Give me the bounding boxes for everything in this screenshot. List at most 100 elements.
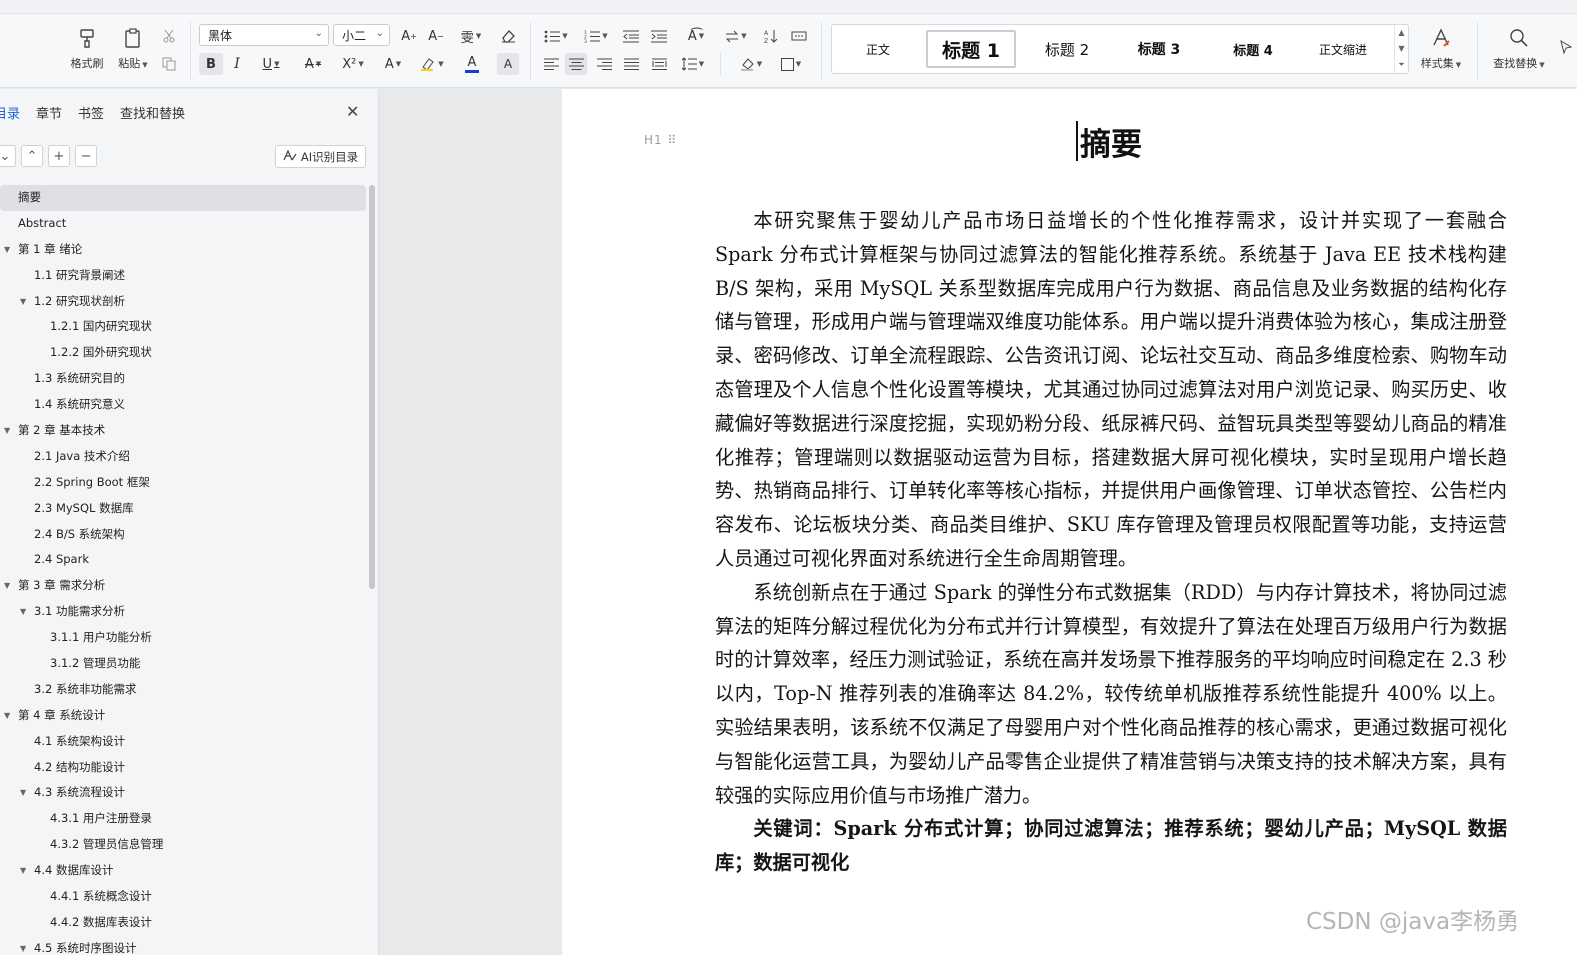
toc-item[interactable]: 4.1 系统架构设计 — [0, 729, 368, 755]
paragraph[interactable]: 本研究聚焦于婴幼儿产品市场日益增长的个性化推荐需求，设计并实现了一套融合 Spa… — [715, 204, 1507, 576]
italic-icon[interactable]: I — [226, 53, 248, 75]
toc-item[interactable]: ▼ 4.3 系统流程设计 — [0, 780, 368, 806]
text-effect-icon[interactable]: A ▼ — [376, 53, 410, 75]
toc-item[interactable]: ▼ 4.5 系统时序图设计 — [0, 936, 368, 955]
format-painter-button[interactable]: 格式刷 — [66, 24, 108, 74]
chevron-up-icon[interactable]: ▲ — [1398, 28, 1404, 37]
toc-item[interactable]: 摘要 — [0, 185, 366, 211]
toc-item[interactable]: 3.1.2 管理员功能 — [0, 651, 368, 677]
toc-item[interactable]: 2.3 MySQL 数据库 — [0, 496, 368, 522]
tab-find-replace[interactable]: 查找和替换 — [120, 103, 185, 125]
toc-item[interactable]: ▼ 3.1 功能需求分析 — [0, 599, 368, 625]
expand-toggle-icon[interactable]: ▼ — [4, 703, 10, 729]
toc-item[interactable]: 4.3.2 管理员信息管理 — [0, 832, 368, 858]
expand-toggle-icon[interactable]: ▼ — [4, 418, 10, 444]
toc-item[interactable]: ▼ 1.2 研究现状剖析 — [0, 289, 368, 315]
style-heading-1[interactable]: 标题 1 — [926, 30, 1016, 68]
tab-chapters[interactable]: 章节 — [36, 103, 62, 125]
toc-item[interactable]: 1.4 系统研究意义 — [0, 392, 368, 418]
find-replace-button[interactable]: 查找替换 ▼ — [1487, 24, 1551, 74]
bullet-list-icon[interactable]: ▼ — [540, 26, 572, 46]
toc-item[interactable]: ▼ 第 2 章 基本技术 — [0, 418, 368, 444]
expand-toggle-icon[interactable]: ▼ — [20, 599, 26, 625]
gallery-scroll[interactable]: ▲ ▼ ⏷ — [1394, 25, 1408, 73]
toc-item[interactable]: 4.2 结构功能设计 — [0, 755, 368, 781]
heading-handle[interactable]: H1 ⠿ — [644, 133, 677, 147]
font-family-select[interactable]: 黑体 ⌄ — [199, 24, 329, 46]
expand-toggle-icon[interactable]: ▼ — [4, 573, 10, 599]
phonetic-guide-icon[interactable]: 雯 ▼ — [454, 26, 488, 46]
paste-button[interactable]: 粘贴 ▼ — [112, 24, 154, 74]
chevron-down-icon[interactable]: ▼ — [1398, 44, 1404, 53]
cut-icon[interactable] — [158, 26, 180, 46]
toc-item[interactable]: 4.4.2 数据库表设计 — [0, 910, 368, 936]
sort-icon[interactable]: AZ — [760, 26, 782, 46]
expand-toggle-icon[interactable]: ▼ — [20, 289, 26, 315]
toc-item[interactable]: Abstract — [0, 211, 368, 237]
superscript-icon[interactable]: X² ▼ — [336, 53, 370, 75]
toc-item[interactable]: 2.1 Java 技术介绍 — [0, 444, 368, 470]
toc-item[interactable]: 4.4.1 系统概念设计 — [0, 884, 368, 910]
show-marks-icon[interactable] — [788, 26, 810, 46]
expand-toggle-icon[interactable]: ▼ — [4, 237, 10, 263]
expand-up-button[interactable]: ⌃ — [21, 145, 43, 167]
bold-icon[interactable]: B — [199, 53, 223, 75]
char-shading-icon[interactable]: A — [497, 53, 519, 75]
align-right-icon[interactable] — [593, 53, 615, 75]
toc-item[interactable]: 3.1.1 用户功能分析 — [0, 625, 368, 651]
toc-item[interactable]: 1.2.1 国内研究现状 — [0, 314, 368, 340]
style-heading-2[interactable]: 标题 2 — [1032, 30, 1102, 68]
close-icon[interactable]: ✕ — [346, 104, 359, 120]
distributed-icon[interactable] — [648, 53, 670, 75]
style-body-indent[interactable]: 正文缩进 — [1306, 30, 1380, 68]
copy-icon[interactable] — [158, 54, 180, 74]
more-icon[interactable]: ⏷ — [1398, 60, 1404, 70]
collapse-all-button[interactable]: ⌄ — [0, 145, 16, 167]
keywords-paragraph[interactable]: 关键词：Spark 分布式计算；协同过滤算法；推荐系统；婴幼儿产品；MySQL … — [715, 812, 1507, 880]
toc-item[interactable]: 3.2 系统非功能需求 — [0, 677, 368, 703]
toc-item[interactable]: ▼ 第 4 章 系统设计 — [0, 703, 368, 729]
remove-heading-button[interactable]: − — [75, 145, 97, 167]
tab-toc[interactable]: 目录 — [0, 103, 20, 125]
text-direction-icon[interactable]: A͡ ▼ — [680, 26, 712, 46]
align-center-icon[interactable] — [565, 53, 587, 75]
align-left-icon[interactable] — [540, 53, 562, 75]
grow-font-icon[interactable]: A + — [398, 26, 420, 46]
style-set-button[interactable]: 样式集 ▼ — [1414, 24, 1468, 74]
toc-item[interactable]: 1.1 研究背景阐述 — [0, 263, 368, 289]
font-size-select[interactable]: 小二 ⌄ — [333, 24, 390, 46]
highlight-icon[interactable]: ▼ — [415, 53, 449, 75]
expand-toggle-icon[interactable]: ▼ — [20, 858, 26, 884]
drag-handle-icon[interactable]: ⠿ — [668, 133, 678, 147]
document-page[interactable]: H1 ⠿ 摘要 本研究聚焦于婴幼儿产品市场日益增长的个性化推荐需求，设计并实现了… — [562, 89, 1577, 955]
style-heading-3[interactable]: 标题 3 — [1124, 30, 1194, 68]
toc-item[interactable]: 2.2 Spring Boot 框架 — [0, 470, 368, 496]
numbered-list-icon[interactable]: 1 2 3 ▼ — [580, 26, 612, 46]
shrink-font-icon[interactable]: A − — [425, 26, 447, 46]
justify-icon[interactable] — [620, 53, 642, 75]
style-normal[interactable]: 正文 — [852, 30, 904, 68]
document-heading[interactable]: 摘要 — [1080, 119, 1142, 164]
eraser-icon[interactable] — [497, 26, 519, 46]
toc-item[interactable]: 1.2.2 国外研究现状 — [0, 340, 368, 366]
toc-item[interactable]: ▼ 4.4 数据库设计 — [0, 858, 368, 884]
expand-toggle-icon[interactable]: ▼ — [20, 780, 26, 806]
select-icon[interactable] — [1557, 26, 1575, 72]
toc-item[interactable]: ▼ 第 1 章 绪论 — [0, 237, 368, 263]
ai-toc-button[interactable]: AI识别目录 — [275, 145, 366, 168]
tab-bookmarks[interactable]: 书签 — [78, 103, 104, 125]
toc-item[interactable]: 2.4 B/S 系统架构 — [0, 522, 368, 548]
underline-icon[interactable]: U ▼ — [254, 53, 288, 75]
document-body[interactable]: 本研究聚焦于婴幼儿产品市场日益增长的个性化推荐需求，设计并实现了一套融合 Spa… — [715, 204, 1507, 880]
shading-icon[interactable]: ▼ — [734, 53, 768, 75]
decrease-indent-icon[interactable] — [620, 26, 642, 46]
borders-icon[interactable]: ▼ — [774, 53, 808, 75]
toc-item[interactable]: 4.3.1 用户注册登录 — [0, 806, 368, 832]
font-color-icon[interactable]: A — [455, 53, 489, 75]
strikethrough-icon[interactable]: A ▼ — [296, 53, 330, 75]
add-heading-button[interactable]: + — [48, 145, 70, 167]
toc-item[interactable]: 2.4 Spark — [0, 547, 368, 573]
toc-item[interactable]: ▼ 第 3 章 需求分析 — [0, 573, 368, 599]
expand-toggle-icon[interactable]: ▼ — [20, 936, 26, 955]
increase-indent-icon[interactable] — [648, 26, 670, 46]
